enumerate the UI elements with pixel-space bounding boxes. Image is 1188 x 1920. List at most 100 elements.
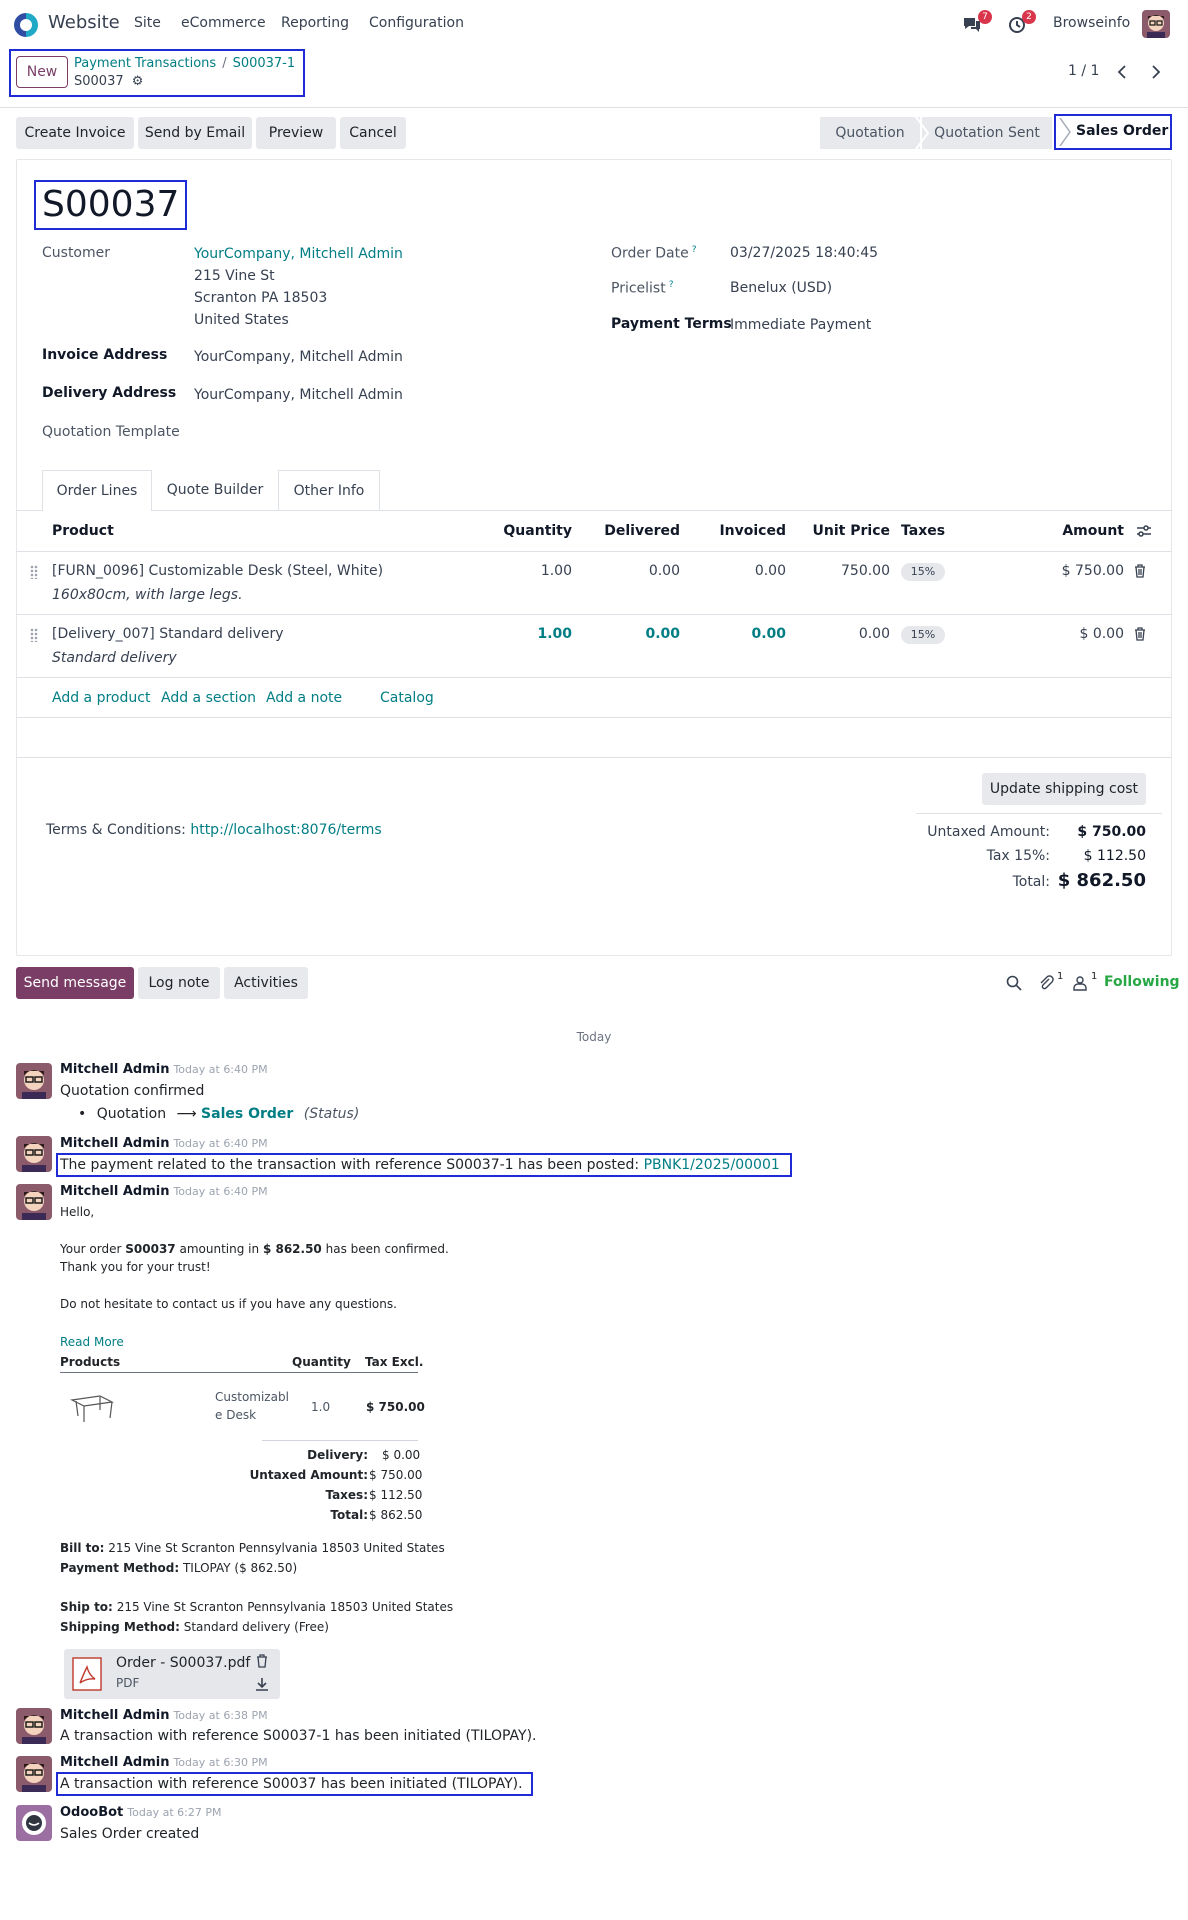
line2-tax-badge[interactable]: 15% <box>901 626 945 644</box>
activities-button[interactable]: Activities <box>224 967 308 999</box>
trash-icon[interactable] <box>256 1654 268 1668</box>
mitchell-admin-avatar[interactable] <box>16 1708 52 1744</box>
trash-icon[interactable] <box>1134 564 1146 578</box>
customer-link[interactable]: YourCompany, Mitchell Admin <box>194 246 403 262</box>
date-separator: Today <box>576 1030 612 1044</box>
mitchell-admin-avatar[interactable] <box>16 1184 52 1220</box>
app-name[interactable]: Website <box>48 12 120 33</box>
update-shipping-cost-button[interactable]: Update shipping cost <box>982 773 1146 805</box>
line1-quantity[interactable]: 1.00 <box>480 563 572 579</box>
add-note-link[interactable]: Add a note <box>266 690 342 706</box>
col-quantity[interactable]: Quantity <box>480 523 572 539</box>
journal-entry-link[interactable]: PBNK1/2025/00001 <box>644 1157 780 1173</box>
header-divider <box>16 551 1172 552</box>
menu-configuration[interactable]: Configuration <box>369 15 464 31</box>
customer-address-line3: United States <box>194 312 289 328</box>
col-invoiced[interactable]: Invoiced <box>690 523 786 539</box>
invoice-address-value[interactable]: YourCompany, Mitchell Admin <box>194 349 403 365</box>
paperclip-icon[interactable] <box>1038 975 1054 991</box>
control-panel-divider <box>0 107 1188 108</box>
mitchell-admin-avatar[interactable] <box>16 1063 52 1099</box>
delivery-address-value[interactable]: YourCompany, Mitchell Admin <box>194 387 403 403</box>
line1-tax-badge[interactable]: 15% <box>901 563 945 581</box>
breadcrumb-transaction[interactable]: S00037-1 <box>233 56 296 71</box>
email-table-divider <box>60 1372 418 1373</box>
line2-description[interactable]: Standard delivery <box>52 650 177 666</box>
attachment-card[interactable]: Order - S00037.pdf PDF <box>64 1649 280 1699</box>
message-author[interactable]: Mitchell Admin Today at 6:40 PM <box>60 1136 268 1151</box>
pager-value[interactable]: 1 / 1 <box>1068 63 1099 79</box>
order-date-value[interactable]: 03/27/2025 18:40:45 <box>730 245 878 261</box>
followers-icon[interactable] <box>1072 975 1088 991</box>
drag-handle-icon[interactable] <box>30 565 38 579</box>
tab-quote-builder[interactable]: Quote Builder <box>152 470 278 510</box>
odoobot-avatar[interactable] <box>16 1805 52 1841</box>
line1-amount: $ 750.00 <box>1061 563 1124 579</box>
preview-button[interactable]: Preview <box>256 117 336 149</box>
email-confirmation-line: Your order S00037 amounting in $ 862.50 … <box>60 1242 449 1256</box>
add-section-link[interactable]: Add a section <box>161 690 256 706</box>
mitchell-admin-avatar[interactable] <box>16 1756 52 1792</box>
breadcrumb-parent[interactable]: Payment Transactions <box>74 56 216 71</box>
line1-unit-price[interactable]: 750.00 <box>796 563 890 579</box>
help-tooltip-icon[interactable]: ? <box>669 280 674 290</box>
chevron-right-icon[interactable] <box>1150 64 1162 80</box>
payment-posted-message: The payment related to the transaction w… <box>56 1153 792 1177</box>
message-author[interactable]: Mitchell Admin Today at 6:40 PM <box>60 1062 268 1077</box>
menu-reporting[interactable]: Reporting <box>281 15 349 31</box>
help-tooltip-icon[interactable]: ? <box>692 245 697 255</box>
message-author[interactable]: Mitchell Admin Today at 6:40 PM <box>60 1184 268 1199</box>
menu-site[interactable]: Site <box>134 15 161 31</box>
read-more-link[interactable]: Read More <box>60 1335 124 1349</box>
email-thanks-line: Thank you for your trust! <box>60 1260 211 1274</box>
company-switcher[interactable]: Browseinfo <box>1053 15 1130 31</box>
col-taxes[interactable]: Taxes <box>901 523 945 539</box>
send-message-button[interactable]: Send message <box>16 967 134 999</box>
odoo-logo-icon[interactable] <box>14 13 38 37</box>
optional-columns-icon[interactable] <box>1136 523 1152 539</box>
tab-order-lines[interactable]: Order Lines <box>42 470 152 511</box>
drag-handle-icon[interactable] <box>30 628 38 642</box>
col-unit-price[interactable]: Unit Price <box>796 523 890 539</box>
add-product-link[interactable]: Add a product <box>52 690 150 706</box>
line1-description[interactable]: 160x80cm, with large legs. <box>52 587 243 603</box>
download-icon[interactable] <box>255 1677 269 1691</box>
pricelist-value[interactable]: Benelux (USD) <box>730 280 832 296</box>
payment-terms-value[interactable]: Immediate Payment <box>730 317 871 333</box>
trash-icon[interactable] <box>1134 627 1146 641</box>
quotation-template-label: Quotation Template <box>42 424 180 440</box>
mitchell-admin-avatar[interactable] <box>16 1136 52 1172</box>
col-delivered[interactable]: Delivered <box>582 523 680 539</box>
message-author[interactable]: Mitchell Admin Today at 6:38 PM <box>60 1708 268 1723</box>
email-delivery-label: Delivery: <box>307 1448 368 1462</box>
col-product[interactable]: Product <box>52 523 114 539</box>
send-by-email-button[interactable]: Send by Email <box>138 117 252 149</box>
catalog-link[interactable]: Catalog <box>380 690 434 706</box>
menu-ecommerce[interactable]: eCommerce <box>181 15 266 31</box>
line2-quantity[interactable]: 1.00 <box>480 626 572 642</box>
gear-icon[interactable]: ⚙ <box>132 74 144 89</box>
stage-quotation-sent[interactable]: Quotation Sent <box>922 117 1052 149</box>
user-avatar[interactable] <box>1142 10 1170 38</box>
line1-product[interactable]: [FURN_0096] Customizable Desk (Steel, Wh… <box>52 563 383 579</box>
terms-link[interactable]: http://localhost:8076/terms <box>190 822 381 838</box>
stage-sales-order-current[interactable]: Sales Order <box>1054 114 1172 150</box>
quotation-template-field[interactable] <box>194 420 534 444</box>
message-author[interactable]: Mitchell Admin Today at 6:30 PM <box>60 1755 268 1770</box>
search-icon[interactable] <box>1006 975 1022 991</box>
line2-unit-price[interactable]: 0.00 <box>796 626 890 642</box>
new-button[interactable]: New <box>16 56 68 88</box>
record-name-text: S00037 <box>74 74 124 89</box>
stage-quotation[interactable]: Quotation <box>820 117 920 149</box>
cancel-button[interactable]: Cancel <box>340 117 406 149</box>
col-amount[interactable]: Amount <box>1030 523 1124 539</box>
row-divider <box>16 614 1172 615</box>
message-author[interactable]: OdooBot Today at 6:27 PM <box>60 1805 221 1820</box>
create-invoice-button[interactable]: Create Invoice <box>16 117 134 149</box>
following-button[interactable]: Following <box>1104 974 1180 990</box>
line2-product[interactable]: [Delivery_007] Standard delivery <box>52 626 284 642</box>
log-note-button[interactable]: Log note <box>138 967 220 999</box>
tab-other-info[interactable]: Other Info <box>278 470 380 510</box>
chevron-left-icon[interactable] <box>1116 64 1128 80</box>
delivery-address-label: Delivery Address <box>42 385 177 401</box>
